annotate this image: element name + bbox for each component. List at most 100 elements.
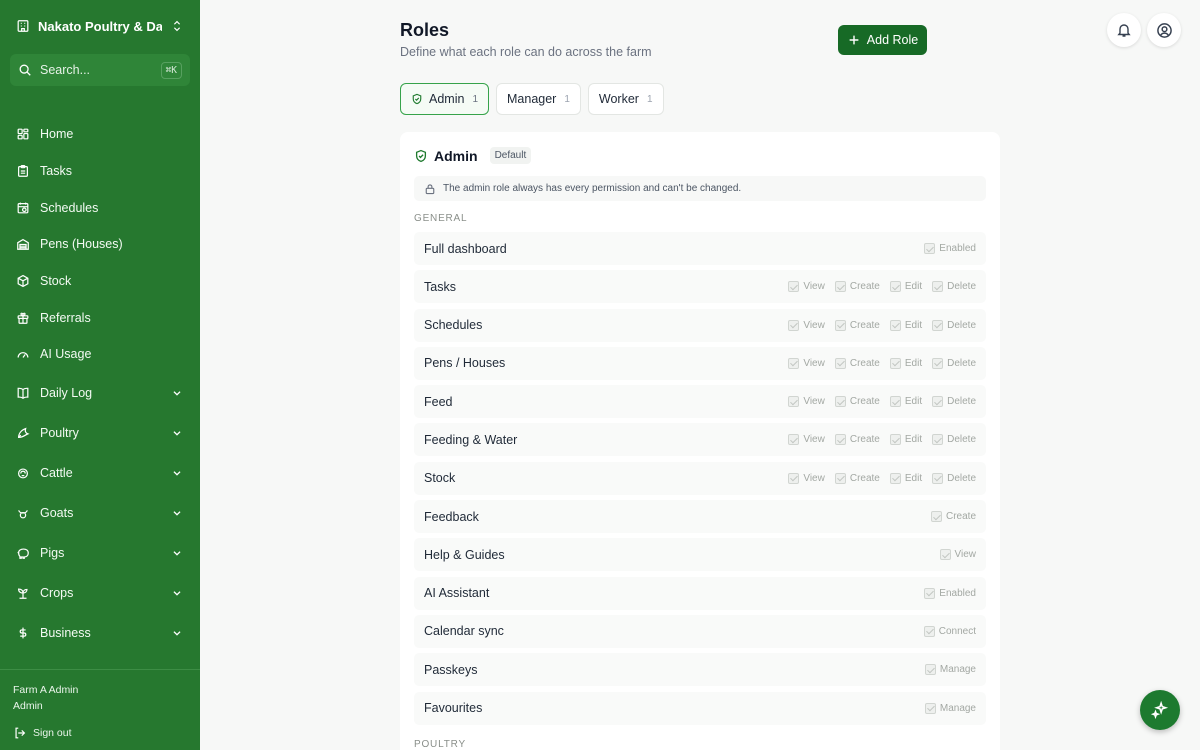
permission-toggle: Edit	[889, 357, 922, 369]
checkbox-disabled	[788, 434, 800, 446]
sidebar-group-pigs[interactable]: Pigs	[0, 533, 200, 573]
checkbox-disabled	[788, 396, 800, 408]
farm-switcher[interactable]: Nakato Poultry & Da...	[0, 0, 200, 52]
user-name: Farm A Admin	[13, 684, 79, 696]
checkbox-disabled	[889, 472, 901, 484]
tab-label: Manager	[507, 92, 557, 106]
search-input[interactable]: Search... ⌘K	[10, 54, 190, 86]
sidebar-group-daily-log[interactable]: Daily Log	[0, 373, 200, 413]
permission-toggle: Delete	[932, 319, 976, 331]
pig-icon	[17, 548, 29, 559]
tab-admin[interactable]: Admin 1	[400, 83, 489, 115]
permission-label: View	[803, 396, 825, 408]
checkbox-disabled	[932, 434, 944, 446]
plus-icon	[849, 35, 859, 45]
sidebar-item-label: Referrals	[40, 310, 91, 325]
checkbox-disabled	[788, 281, 800, 293]
sidebar-group-crops[interactable]: Crops	[0, 573, 200, 613]
permission-toggle: View	[788, 472, 825, 484]
permission-toggle: View	[788, 434, 825, 446]
search-placeholder: Search...	[40, 63, 91, 77]
sidebar-item-label: Schedules	[40, 200, 99, 215]
permission-name: Schedules	[424, 318, 483, 333]
checkbox-disabled	[889, 357, 901, 369]
permission-toggle: Create	[834, 319, 880, 331]
user-circle-icon	[1156, 22, 1172, 38]
permission-row: Feed View Create Edit Delete	[414, 385, 986, 419]
permission-label: Create	[849, 319, 880, 331]
sidebar-item-pens[interactable]: Pens (Houses)	[0, 226, 200, 263]
checkbox-disabled	[834, 357, 846, 369]
checkbox-disabled	[834, 319, 846, 331]
chevron-down-icon	[173, 591, 181, 596]
tab-count: 1	[564, 93, 570, 105]
building-icon	[17, 20, 29, 32]
checkbox-disabled	[932, 281, 944, 293]
sidebar-group-cattle[interactable]: Cattle	[0, 453, 200, 493]
permission-toggle: Edit	[889, 319, 923, 331]
sign-out-button[interactable]: Sign out	[13, 726, 187, 740]
permission-name: Pens / Houses	[424, 356, 506, 371]
checkbox-disabled	[932, 396, 944, 408]
sidebar-footer: Farm A Admin Admin Sign out	[0, 669, 200, 750]
permission-row: Help & Guides View	[414, 538, 986, 572]
tab-worker[interactable]: Worker 1	[587, 83, 664, 115]
chevron-down-icon	[173, 631, 181, 636]
sidebar-item-schedules[interactable]: Schedules	[0, 189, 200, 226]
sidebar-item-home[interactable]: Home	[0, 116, 200, 153]
clipboard-icon	[18, 164, 28, 177]
sidebar-item-tasks[interactable]: Tasks	[0, 153, 200, 190]
checkbox-disabled	[932, 472, 944, 484]
goat-icon	[18, 509, 28, 519]
checkbox-disabled	[834, 434, 846, 446]
sidebar-item-label: Tasks	[40, 164, 72, 179]
permission-toggle: Create	[930, 511, 976, 523]
sidebar-item-ai-usage[interactable]: AI Usage	[0, 336, 200, 373]
tab-count: 1	[646, 93, 653, 105]
bird-icon	[18, 427, 30, 438]
role-permissions-card: Admin Default The admin role always has …	[400, 132, 1000, 750]
shield-check-icon	[412, 93, 422, 105]
ai-assistant-button[interactable]	[1140, 690, 1180, 730]
checkbox-disabled	[788, 472, 800, 484]
checkbox-disabled	[889, 281, 901, 293]
calendar-clock-icon	[17, 202, 29, 214]
add-role-label: Add Role	[866, 33, 919, 47]
sparkles-icon	[1151, 701, 1169, 719]
notifications-button[interactable]	[1107, 13, 1141, 47]
permission-toggle: Edit	[889, 434, 922, 446]
log-out-icon	[15, 727, 26, 739]
chevron-down-icon	[173, 391, 181, 396]
sidebar-group-business[interactable]: Business	[0, 613, 200, 653]
checkbox-disabled	[924, 702, 936, 714]
role-card-header: Admin Default	[414, 147, 532, 164]
permission-name: Favourites	[424, 701, 483, 716]
search-shortcut: ⌘K	[160, 61, 182, 79]
sidebar-item-referrals[interactable]: Referrals	[0, 299, 200, 336]
permission-toggle: Edit	[889, 281, 922, 293]
checkbox-disabled	[923, 625, 935, 637]
permission-row: Pens / Houses View Create Edit Delete	[414, 346, 986, 380]
sidebar-group-label: Pigs	[40, 545, 65, 560]
checkbox-disabled	[788, 319, 800, 331]
sidebar-group-label: Poultry	[40, 425, 79, 440]
permission-row: Schedules View Create Edit Delete	[414, 308, 986, 342]
sidebar-group-goats[interactable]: Goats	[0, 493, 200, 533]
permission-label: Edit	[904, 319, 923, 331]
sidebar-group-label: Daily Log	[40, 385, 93, 400]
permission-label: Edit	[904, 472, 923, 484]
checkbox-disabled	[788, 357, 800, 369]
account-button[interactable]	[1147, 13, 1181, 47]
permission-toggle: Create	[834, 396, 880, 408]
permission-toggle: Edit	[889, 396, 922, 408]
tab-count: 1	[472, 93, 478, 105]
permission-toggle: View	[788, 281, 825, 293]
permission-toggle: Create	[834, 472, 880, 484]
sidebar-group-poultry[interactable]: Poultry	[0, 413, 200, 453]
sidebar-item-stock[interactable]: Stock	[0, 263, 200, 300]
chevron-down-icon	[173, 431, 181, 436]
sidebar-nav: Home Tasks Schedules Pens (Houses) Stock…	[0, 116, 200, 653]
sidebar-item-label: Stock	[40, 274, 72, 289]
tab-manager[interactable]: Manager 1	[496, 83, 581, 115]
add-role-button[interactable]: Add Role	[838, 25, 927, 55]
